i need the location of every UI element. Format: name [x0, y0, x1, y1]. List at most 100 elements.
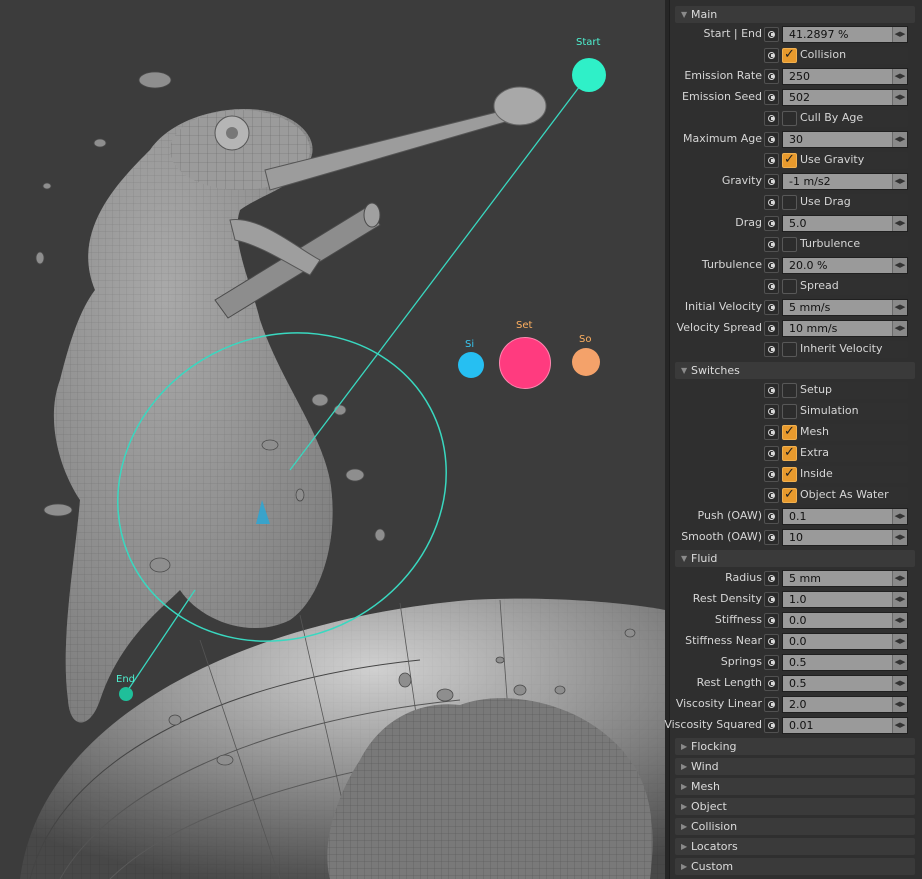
- section-collision[interactable]: ▶ Collision: [675, 818, 915, 835]
- keyframe-icon[interactable]: [764, 488, 779, 503]
- initial-velocity-field[interactable]: 5 mm/s: [782, 299, 908, 316]
- viscosity-linear-field[interactable]: 2.0: [782, 696, 908, 713]
- spinner-arrows-icon[interactable]: ◀▶: [892, 718, 907, 733]
- spinner-arrows-icon[interactable]: ◀▶: [892, 300, 907, 315]
- keyframe-icon[interactable]: [764, 111, 779, 126]
- velocity-spread-field[interactable]: 10 mm/s: [782, 320, 908, 337]
- keyframe-icon[interactable]: [764, 216, 779, 231]
- spinner-arrows-icon[interactable]: ◀▶: [892, 174, 907, 189]
- keyframe-icon[interactable]: [764, 69, 779, 84]
- emission-seed-field[interactable]: 502: [782, 89, 908, 106]
- use-drag-checkbox[interactable]: [782, 195, 797, 210]
- spinner-arrows-icon[interactable]: ◀▶: [892, 655, 907, 670]
- cull-by-age-checkbox[interactable]: [782, 111, 797, 126]
- keyframe-icon[interactable]: [764, 279, 779, 294]
- section-flocking[interactable]: ▶ Flocking: [675, 738, 915, 755]
- keyframe-icon[interactable]: [764, 321, 779, 336]
- simulation-checkbox[interactable]: [782, 404, 797, 419]
- keyframe-icon[interactable]: [764, 237, 779, 252]
- spinner-arrows-icon[interactable]: ◀▶: [892, 258, 907, 273]
- keyframe-icon[interactable]: [764, 27, 779, 42]
- setup-checkbox[interactable]: [782, 383, 797, 398]
- spinner-arrows-icon[interactable]: ◀▶: [892, 132, 907, 147]
- push-oaw-field[interactable]: 0.1: [782, 508, 908, 525]
- spinner-arrows-icon[interactable]: ◀▶: [892, 634, 907, 649]
- spinner-arrows-icon[interactable]: ◀▶: [892, 571, 907, 586]
- set-marker[interactable]: [499, 337, 551, 389]
- keyframe-icon[interactable]: [764, 697, 779, 712]
- si-marker[interactable]: [458, 352, 484, 378]
- emission-rate-field[interactable]: 250: [782, 68, 908, 85]
- spinner-arrows-icon[interactable]: ◀▶: [892, 676, 907, 691]
- keyframe-icon[interactable]: [764, 613, 779, 628]
- keyframe-icon[interactable]: [764, 592, 779, 607]
- keyframe-icon[interactable]: [764, 90, 779, 105]
- viscosity-squared-field[interactable]: 0.01: [782, 717, 908, 734]
- end-marker[interactable]: [119, 687, 133, 701]
- inherit-velocity-checkbox[interactable]: [782, 342, 797, 357]
- maximum-age-field[interactable]: 30: [782, 131, 908, 148]
- spinner-arrows-icon[interactable]: ◀▶: [892, 69, 907, 84]
- keyframe-icon[interactable]: [764, 258, 779, 273]
- use-gravity-checkbox[interactable]: [782, 152, 797, 168]
- keyframe-icon[interactable]: [764, 195, 779, 210]
- keyframe-icon[interactable]: [764, 634, 779, 649]
- so-marker[interactable]: [572, 348, 600, 376]
- spinner-arrows-icon[interactable]: ◀▶: [892, 592, 907, 607]
- spinner-arrows-icon[interactable]: ◀▶: [892, 613, 907, 628]
- spinner-arrows-icon[interactable]: ◀▶: [892, 697, 907, 712]
- extra-checkbox[interactable]: [782, 445, 797, 461]
- gravity-field[interactable]: -1 m/s2: [782, 173, 908, 190]
- section-mesh[interactable]: ▶ Mesh: [675, 778, 915, 795]
- start-marker[interactable]: [572, 58, 606, 92]
- section-main[interactable]: ▼ Main: [675, 6, 915, 23]
- start-end-field[interactable]: 41.2897 %: [782, 26, 908, 43]
- keyframe-icon[interactable]: [764, 425, 779, 440]
- turbulence-checkbox[interactable]: [782, 237, 797, 252]
- keyframe-icon[interactable]: [764, 446, 779, 461]
- keyframe-icon[interactable]: [764, 676, 779, 691]
- radius-field[interactable]: 5 mm: [782, 570, 908, 587]
- keyframe-icon[interactable]: [764, 132, 779, 147]
- spinner-arrows-icon[interactable]: ◀▶: [892, 216, 907, 231]
- spread-checkbox[interactable]: [782, 279, 797, 294]
- mesh-checkbox[interactable]: [782, 424, 797, 440]
- spinner-arrows-icon[interactable]: ◀▶: [892, 509, 907, 524]
- section-custom[interactable]: ▶ Custom: [675, 858, 915, 875]
- spinner-arrows-icon[interactable]: ◀▶: [892, 530, 907, 545]
- property-label: Viscosity Squared: [664, 718, 762, 731]
- section-switches[interactable]: ▼ Switches: [675, 362, 915, 379]
- rest-density-field[interactable]: 1.0: [782, 591, 908, 608]
- spinner-arrows-icon[interactable]: ◀▶: [892, 321, 907, 336]
- keyframe-icon[interactable]: [764, 383, 779, 398]
- section-wind[interactable]: ▶ Wind: [675, 758, 915, 775]
- keyframe-icon[interactable]: [764, 174, 779, 189]
- object-as-water-checkbox[interactable]: [782, 487, 797, 503]
- collision-checkbox[interactable]: [782, 47, 797, 63]
- drag-field[interactable]: 5.0: [782, 215, 908, 232]
- keyframe-icon[interactable]: [764, 48, 779, 63]
- spinner-arrows-icon[interactable]: ◀▶: [892, 27, 907, 42]
- keyframe-icon[interactable]: [764, 342, 779, 357]
- keyframe-icon[interactable]: [764, 655, 779, 670]
- stiffness-field[interactable]: 0.0: [782, 612, 908, 629]
- section-locators[interactable]: ▶ Locators: [675, 838, 915, 855]
- keyframe-icon[interactable]: [764, 530, 779, 545]
- smooth-oaw-field[interactable]: 10: [782, 529, 908, 546]
- inside-checkbox[interactable]: [782, 466, 797, 482]
- turbulence-field[interactable]: 20.0 %: [782, 257, 908, 274]
- keyframe-icon[interactable]: [764, 718, 779, 733]
- 3d-viewport[interactable]: Start End Set Si So: [0, 0, 665, 879]
- keyframe-icon[interactable]: [764, 300, 779, 315]
- section-object[interactable]: ▶ Object: [675, 798, 915, 815]
- spinner-arrows-icon[interactable]: ◀▶: [892, 90, 907, 105]
- rest-length-field[interactable]: 0.5: [782, 675, 908, 692]
- springs-field[interactable]: 0.5: [782, 654, 908, 671]
- keyframe-icon[interactable]: [764, 153, 779, 168]
- keyframe-icon[interactable]: [764, 404, 779, 419]
- keyframe-icon[interactable]: [764, 509, 779, 524]
- section-fluid[interactable]: ▼ Fluid: [675, 550, 915, 567]
- keyframe-icon[interactable]: [764, 571, 779, 586]
- keyframe-icon[interactable]: [764, 467, 779, 482]
- stiffness-near-field[interactable]: 0.0: [782, 633, 908, 650]
